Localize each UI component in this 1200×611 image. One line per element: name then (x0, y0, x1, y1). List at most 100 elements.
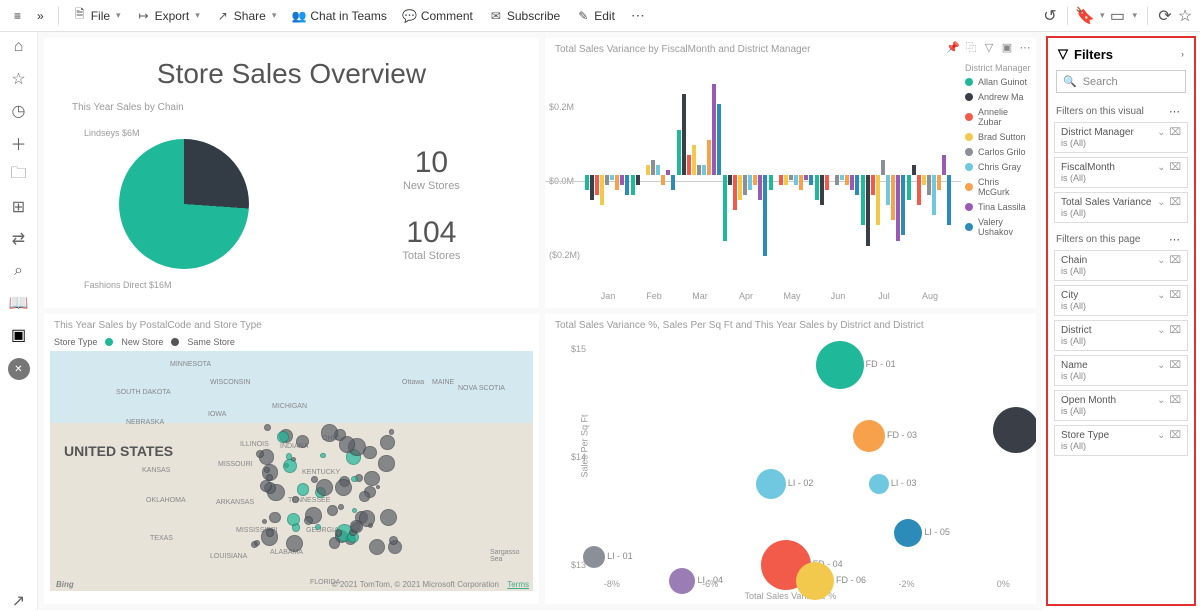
map-bubble[interactable] (352, 508, 357, 513)
scatter-bubble[interactable] (816, 341, 864, 389)
bar[interactable] (794, 175, 798, 185)
filter-card[interactable]: District Manager⌄⌧is (All) (1054, 122, 1188, 153)
bar[interactable] (850, 175, 854, 190)
map-bubble[interactable] (369, 539, 385, 555)
filter-card[interactable]: Open Month⌄⌧is (All) (1054, 390, 1188, 421)
map-bubble[interactable] (335, 479, 352, 496)
map-bubble[interactable] (378, 455, 394, 471)
map-bubble[interactable] (380, 435, 395, 450)
legend-item[interactable]: Chris Gray (965, 162, 1032, 172)
bar[interactable] (835, 175, 839, 185)
map-bubble[interactable] (297, 483, 310, 496)
map-bubble[interactable] (363, 446, 376, 459)
bar[interactable] (942, 155, 946, 175)
file-menu[interactable]: 🗎File▾ (67, 5, 127, 27)
bar[interactable] (861, 175, 865, 225)
filter-card[interactable]: Name⌄⌧is (All) (1054, 355, 1188, 386)
bar[interactable] (922, 175, 926, 185)
bar[interactable] (789, 175, 793, 180)
chevron-down-icon[interactable]: ⌄ (1157, 290, 1165, 301)
chevron-down-icon[interactable]: ⌄ (1157, 325, 1165, 336)
reset-icon[interactable]: ↺ (1043, 9, 1057, 23)
bar[interactable] (799, 175, 803, 190)
bar[interactable] (717, 104, 721, 175)
map-bubble[interactable] (389, 536, 398, 545)
bar[interactable] (840, 175, 844, 180)
bar[interactable] (661, 175, 665, 185)
chevron-down-icon[interactable]: ⌄ (1157, 197, 1165, 208)
map-bubble[interactable] (254, 540, 260, 546)
scatter-chart[interactable]: Sales Per Sq Ft Total Sales Variance % $… (545, 333, 1036, 603)
bar[interactable] (702, 165, 706, 175)
map-bubble[interactable] (380, 509, 397, 526)
bar[interactable] (927, 175, 931, 195)
subscribe-button[interactable]: ✉Subscribe (483, 5, 566, 27)
scatter-bubble[interactable] (869, 474, 889, 494)
map-terms-link[interactable]: Terms (507, 580, 529, 589)
pie-chart[interactable] (119, 139, 249, 269)
bar[interactable] (871, 175, 875, 195)
legend-item[interactable]: Andrew Ma (965, 92, 1032, 102)
filter-icon[interactable]: ▽ (982, 40, 996, 54)
workspaces-icon[interactable]: 📖 (10, 294, 28, 312)
copy-icon[interactable]: ⿻ (964, 40, 978, 54)
bar[interactable] (947, 175, 951, 225)
forward-chevrons-icon[interactable]: » (31, 5, 50, 27)
map-bubble[interactable] (304, 516, 313, 525)
map-bubble[interactable] (292, 496, 298, 502)
legend-item[interactable]: Carlos Grilo (965, 147, 1032, 157)
bar[interactable] (590, 175, 594, 200)
star-icon[interactable]: ☆ (10, 70, 28, 88)
bookmark-icon[interactable]: 🔖 (1078, 9, 1092, 23)
bar[interactable] (855, 175, 859, 195)
bar[interactable] (912, 165, 916, 175)
clear-filter-icon[interactable]: ⌧ (1169, 395, 1181, 406)
share-icon[interactable]: ⇄ (10, 230, 28, 248)
bar[interactable] (845, 175, 849, 185)
datasets-icon[interactable]: 🗀 (10, 166, 28, 184)
bar[interactable] (666, 170, 670, 175)
legend-item[interactable]: Valery Ushakov (965, 217, 1032, 237)
bar[interactable] (815, 175, 819, 200)
map-bubble[interactable] (269, 512, 281, 524)
bar[interactable] (743, 175, 747, 195)
clear-filter-icon[interactable]: ⌧ (1169, 127, 1181, 138)
clear-filter-icon[interactable]: ⌧ (1169, 360, 1181, 371)
bar[interactable] (809, 175, 813, 185)
map-bubble[interactable] (264, 424, 272, 432)
bar[interactable] (748, 175, 752, 190)
map-bubble[interactable] (321, 424, 339, 442)
bar[interactable] (620, 175, 624, 185)
chevron-down-icon[interactable]: ⌄ (1157, 127, 1165, 138)
bar[interactable] (866, 175, 870, 246)
clear-filter-icon[interactable]: ⌧ (1169, 325, 1181, 336)
chevron-down-icon[interactable]: ⌄ (1157, 430, 1165, 441)
bar[interactable] (682, 94, 686, 175)
bar[interactable] (769, 175, 773, 190)
bar[interactable] (631, 175, 635, 195)
bar[interactable] (646, 165, 650, 175)
bar[interactable] (825, 175, 829, 190)
bar[interactable] (733, 175, 737, 210)
bar[interactable] (937, 175, 941, 190)
scatter-bubble[interactable] (894, 519, 922, 547)
bar[interactable] (687, 155, 691, 175)
bar[interactable] (891, 175, 895, 220)
favorite-icon[interactable]: ☆ (1178, 9, 1192, 23)
clear-filter-icon[interactable]: ⌧ (1169, 162, 1181, 173)
map-bubble[interactable] (311, 476, 318, 483)
bar[interactable] (707, 140, 711, 175)
workspace-avatar[interactable]: ✕ (8, 358, 30, 380)
bar[interactable] (615, 175, 619, 190)
edit-button[interactable]: ✎Edit (570, 5, 621, 27)
map-bubble[interactable] (260, 480, 272, 492)
chevron-down-icon[interactable]: ⌄ (1157, 395, 1165, 406)
bar[interactable] (881, 160, 885, 175)
bar[interactable] (820, 175, 824, 205)
bar[interactable] (784, 175, 788, 185)
map-bubble[interactable] (339, 436, 356, 453)
current-workspace-icon[interactable]: ▣ (10, 326, 28, 344)
map-bubble[interactable] (316, 479, 333, 496)
legend-item[interactable]: Allan Guinot (965, 77, 1032, 87)
chevron-down-icon[interactable]: ⌄ (1157, 255, 1165, 266)
